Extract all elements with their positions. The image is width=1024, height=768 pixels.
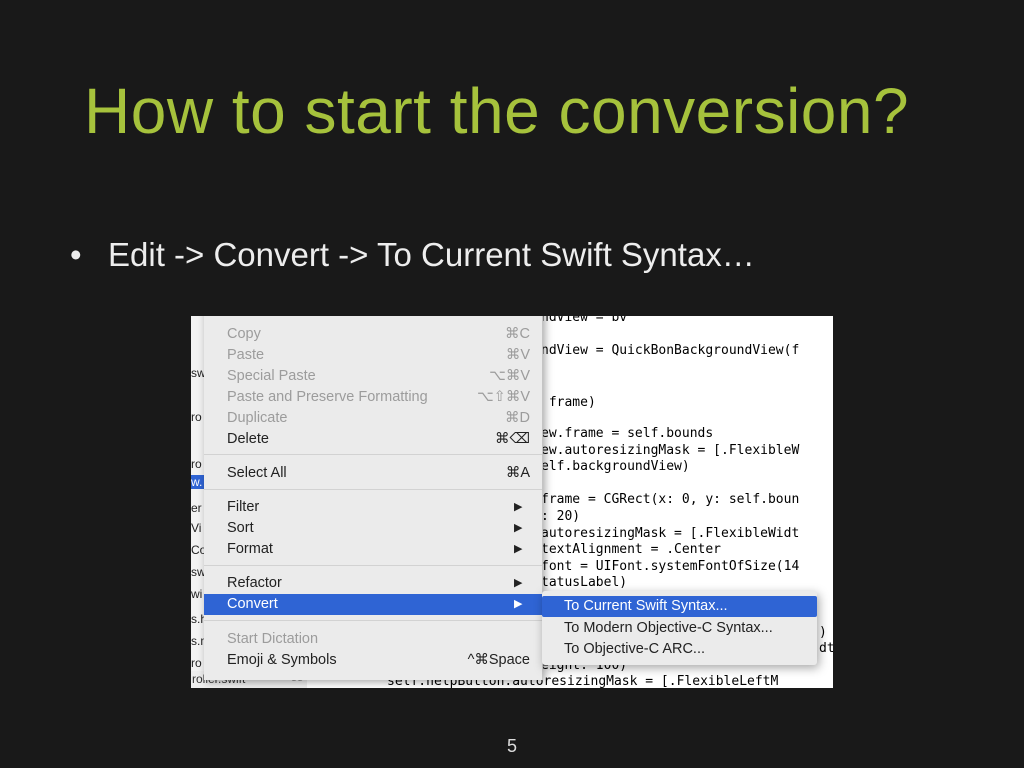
menu-item-filter[interactable]: Filter ▶ (204, 497, 542, 518)
menu-item-label: Duplicate (227, 410, 288, 426)
menu-item-shortcut: ⌥⇧⌘V (476, 389, 530, 405)
convert-submenu: To Current Swift Syntax... To Modern Obj… (542, 591, 817, 665)
menu-separator (204, 565, 542, 566)
bullet-item: • Edit -> Convert -> To Current Swift Syn… (70, 236, 755, 274)
menu-item-paste[interactable]: Paste ⌘V (204, 345, 542, 366)
menu-item-label: Special Paste (227, 368, 316, 384)
menu-item-special-paste[interactable]: Special Paste ⌥⌘V (204, 366, 542, 387)
code-line: dt (819, 641, 833, 656)
navigator-file[interactable]: ro (191, 457, 202, 471)
code-line: frame = CGRect(x: 0, y: self.boun (541, 492, 800, 507)
code-line: autoresizingMask = [.FlexibleWidt (541, 526, 800, 541)
submenu-item-label: To Modern Objective-C Syntax... (564, 620, 773, 636)
menu-item-shortcut: ⌘D (505, 410, 530, 426)
submenu-arrow-icon: ▶ (514, 543, 523, 555)
code-line: frame) (541, 395, 596, 410)
menu-separator (204, 620, 542, 621)
code-line: ndView = bv (541, 316, 628, 325)
submenu-arrow-icon: ▶ (514, 501, 523, 513)
menu-item-refactor[interactable]: Refactor ▶ (204, 573, 542, 594)
submenu-item-label: To Objective-C ARC... (564, 641, 706, 657)
submenu-arrow-icon: ▶ (514, 598, 523, 610)
code-line: ) (819, 625, 827, 640)
menu-item-format[interactable]: Format ▶ (204, 539, 542, 560)
submenu-item-modern-objc-syntax[interactable]: To Modern Objective-C Syntax... (542, 618, 817, 639)
menu-item-label: Convert (227, 596, 278, 612)
navigator-file[interactable]: wi (191, 587, 202, 601)
menu-item-paste-preserve-formatting[interactable]: Paste and Preserve Formatting ⌥⇧⌘V (204, 387, 542, 408)
menu-separator (204, 454, 542, 455)
menu-separator (204, 489, 542, 490)
menu-item-start-dictation[interactable]: Start Dictation (204, 629, 542, 650)
slide-title: How to start the conversion? (84, 75, 910, 147)
menu-item-sort[interactable]: Sort ▶ (204, 518, 542, 539)
submenu-arrow-icon: ▶ (514, 577, 523, 589)
code-line: elf.backgroundView) (541, 459, 690, 474)
menu-item-shortcut: ⌘A (505, 465, 530, 481)
code-line: font = UIFont.systemFontOfSize(14 (541, 559, 800, 574)
menu-item-label: Filter (227, 499, 260, 515)
code-line: ndView = QuickBonBackgroundView(f (541, 343, 800, 358)
menu-item-label: Copy (227, 326, 261, 342)
menu-item-shortcut: ⌘⌫ (494, 431, 530, 447)
menu-item-duplicate[interactable]: Duplicate ⌘D (204, 408, 542, 429)
menu-item-shortcut: ^⌘Space (467, 652, 530, 668)
menu-item-convert[interactable]: Convert ▶ (204, 594, 542, 615)
navigator-file[interactable]: Vi (191, 521, 201, 535)
menu-item-label: Sort (227, 520, 254, 536)
menu-item-label: Paste and Preserve Formatting (227, 389, 428, 405)
edit-menu: Copy ⌘C Paste ⌘V Special Paste ⌥⌘V Paste… (204, 316, 543, 680)
menu-item-shortcut: ⌥⌘V (489, 368, 530, 384)
menu-item-label: Emoji & Symbols (227, 652, 337, 668)
menu-item-label: Start Dictation (227, 631, 319, 647)
bullet-text: Edit -> Convert -> To Current Swift Synt… (108, 236, 755, 273)
menu-item-delete[interactable]: Delete ⌘⌫ (204, 429, 542, 450)
navigator-file[interactable]: ro (191, 656, 202, 670)
menu-item-select-all[interactable]: Select All ⌘A (204, 463, 542, 484)
slide-number: 5 (506, 736, 517, 756)
code-line: tatusLabel) (541, 575, 628, 590)
menu-item-copy[interactable]: Copy ⌘C (204, 324, 542, 345)
navigator-file-selected[interactable]: w. (191, 475, 205, 489)
code-line: textAlignment = .Center (541, 542, 722, 557)
menu-item-shortcut: ⌘C (505, 326, 530, 342)
menu-item-label: Refactor (227, 575, 282, 591)
submenu-item-objc-arc[interactable]: To Objective-C ARC... (542, 639, 817, 660)
submenu-arrow-icon: ▶ (514, 522, 523, 534)
menu-item-emoji-symbols[interactable]: Emoji & Symbols ^⌘Space (204, 650, 542, 671)
menu-item-label: Select All (227, 465, 287, 481)
navigator-file[interactable]: er (191, 501, 202, 515)
menu-item-label: Format (227, 541, 273, 557)
menu-item-label: Delete (227, 431, 269, 447)
bullet-marker: • (70, 236, 82, 273)
code-line: ew.autoresizingMask = [.FlexibleW (541, 443, 800, 458)
submenu-item-current-swift-syntax[interactable]: To Current Swift Syntax... (542, 596, 817, 617)
code-line: ew.frame = self.bounds (541, 426, 714, 441)
submenu-item-label: To Current Swift Syntax... (564, 598, 728, 614)
menu-item-label: Paste (227, 347, 265, 363)
menu-item-shortcut: ⌘V (505, 347, 530, 363)
code-line: : 20) (541, 509, 581, 524)
navigator-file[interactable]: ro (191, 410, 202, 424)
xcode-screenshot: sw ro ro w. er Vi Co sw wi s.h s.m ro ro… (191, 316, 833, 688)
